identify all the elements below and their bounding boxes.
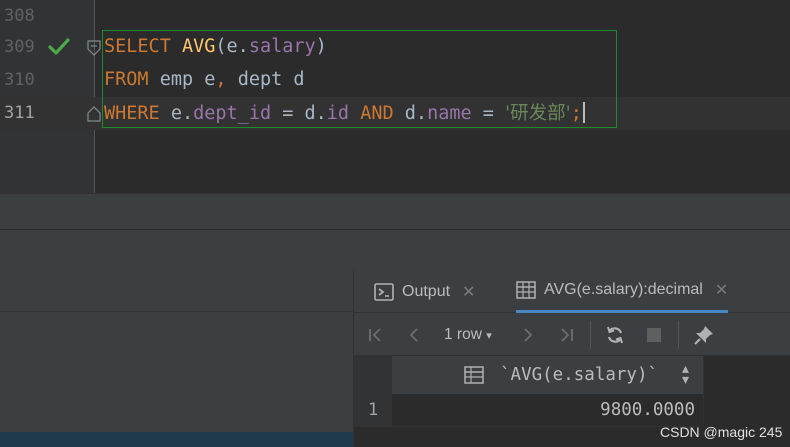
sql-string: '研发部' — [505, 103, 571, 124]
sql-function: AVG — [181, 36, 216, 57]
editor-line[interactable]: 308 — [0, 0, 790, 33]
sql-token: ) — [315, 36, 327, 57]
sql-field: salary — [248, 36, 316, 57]
table-icon — [464, 366, 484, 384]
sql-keyword: WHERE — [104, 103, 160, 124]
fold-end-icon[interactable] — [87, 106, 101, 122]
line-number: 309 — [4, 37, 35, 57]
table-icon — [516, 281, 536, 299]
results-tab-bar: Output ✕ AVG(e.salary):decimal ✕ — [354, 270, 790, 313]
row-count-selector[interactable]: 1 row ▾ — [444, 325, 492, 346]
sort-icon[interactable]: ▴ ▾ — [682, 362, 689, 387]
sql-comma: , — [215, 69, 227, 90]
last-page-icon[interactable] — [556, 325, 576, 345]
watermark: CSDN @magic 245 — [660, 424, 783, 440]
sql-keyword: FROM — [104, 69, 149, 90]
editor-line[interactable]: 309 SELECT AVG(e.salary) — [0, 31, 790, 64]
next-page-icon[interactable] — [518, 325, 538, 345]
row-count-label: 1 row — [444, 326, 482, 343]
table-cell[interactable]: 9800.0000 — [392, 394, 704, 427]
console-icon — [374, 282, 394, 301]
refresh-icon[interactable] — [604, 325, 626, 345]
code-line: FROM emp e, dept d — [104, 69, 305, 91]
line-number: 308 — [4, 6, 35, 26]
sql-token: emp e — [159, 69, 216, 90]
code-line: SELECT AVG(e.salary) — [104, 36, 327, 58]
divider — [0, 311, 353, 312]
column-header-label: `AVG(e.salary)` — [500, 365, 659, 385]
tab-label: Output — [402, 282, 451, 300]
pin-icon[interactable] — [692, 325, 716, 345]
row-number-header — [354, 356, 392, 394]
tab-output[interactable]: Output ✕ — [374, 270, 475, 313]
fold-start-icon[interactable] — [87, 40, 101, 56]
text-caret — [582, 102, 585, 123]
previous-page-icon[interactable] — [404, 325, 424, 345]
editor-line-current[interactable]: 311 WHERE e.dept_id = d.id AND d.name = … — [0, 97, 790, 130]
results-toolbar: 1 row ▾ — [354, 313, 790, 356]
close-icon[interactable]: ✕ — [715, 280, 728, 300]
bottom-strip — [0, 432, 353, 447]
sql-token: (e. — [215, 36, 249, 57]
row-number: 1 — [354, 394, 392, 427]
first-page-icon[interactable] — [366, 325, 386, 345]
table-row[interactable]: 1 9800.0000 — [354, 394, 790, 427]
tab-query-result[interactable]: AVG(e.salary):decimal ✕ — [516, 270, 729, 313]
tab-label: AVG(e.salary):decimal — [544, 281, 703, 298]
sql-keyword: SELECT — [104, 36, 171, 57]
sql-token: d. — [404, 103, 428, 124]
sql-field: dept_id — [193, 103, 272, 124]
toolbar-separator — [678, 321, 679, 349]
sql-token: d. — [304, 103, 327, 124]
sql-operator: = — [282, 103, 294, 124]
line-number: 311 — [4, 103, 35, 123]
sql-field: name — [427, 103, 472, 124]
sql-token: e. — [170, 103, 194, 124]
code-line: WHERE e.dept_id = d.id AND d.name = '研发部… — [104, 102, 585, 125]
editor-status-strip — [0, 193, 790, 230]
sql-semicolon: ; — [570, 103, 582, 124]
stop-icon[interactable] — [644, 325, 664, 345]
editor-line[interactable]: 310 FROM emp e, dept d — [0, 64, 790, 97]
column-header[interactable]: `AVG(e.salary)` ▴ ▾ — [392, 356, 704, 394]
sql-operator: = — [482, 103, 494, 124]
execution-success-check-icon — [48, 37, 70, 57]
sql-keyword: AND — [360, 103, 394, 124]
close-icon[interactable]: ✕ — [462, 282, 475, 302]
chevron-down-icon: ▾ — [486, 330, 492, 342]
sql-token: dept d — [237, 69, 305, 90]
line-number: 310 — [4, 70, 35, 90]
sql-editor[interactable]: 308 309 SELECT AVG(e.salary) 310 FROM em… — [0, 0, 790, 193]
sql-field: id — [326, 103, 350, 124]
results-panel: Output ✕ AVG(e.salary):decimal ✕ 1 row ▾ — [353, 270, 790, 447]
toolbar-separator — [590, 321, 591, 349]
results-grid-header: `AVG(e.salary)` ▴ ▾ — [354, 356, 790, 394]
